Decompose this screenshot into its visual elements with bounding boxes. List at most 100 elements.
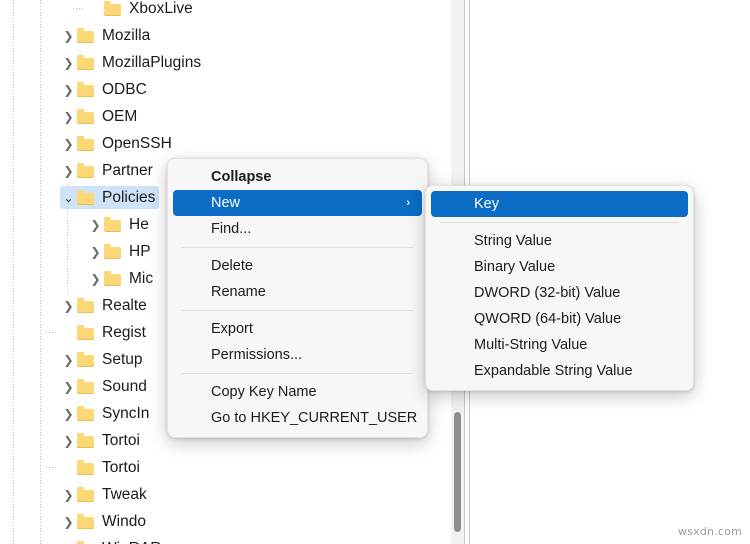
folder-icon [77,324,94,340]
menu-item-label: Expandable String Value [474,363,633,379]
tree-item-label: Tortoi [102,431,140,449]
tree-item-content[interactable]: ❯ XboxLive [87,0,197,20]
chevron-right-icon[interactable]: ❯ [60,354,77,366]
chevron-right-icon[interactable]: ❯ [60,84,77,96]
tree-item-content[interactable]: ❯ Windo [60,510,150,533]
menu-item-find[interactable]: Find... [173,216,422,242]
chevron-right-icon[interactable]: ❯ [60,138,77,150]
tree-item-content[interactable]: ❯ HP [87,240,155,263]
chevron-right-icon[interactable]: ❯ [87,246,104,258]
folder-icon [77,405,94,421]
tree-item-mozillaplugins[interactable]: ❯ MozillaPlugins [0,49,459,76]
chevron-right-icon[interactable]: ❯ [60,489,77,501]
menu-item-qword-64-bit-value[interactable]: QWORD (64-bit) Value [431,306,688,332]
menu-item-copy-key-name[interactable]: Copy Key Name [173,379,422,405]
context-menu[interactable]: Collapse New › Find... Delete Rename Export Per… [167,158,428,438]
chevron-right-icon[interactable]: ❯ [87,219,104,231]
chevron-right-icon[interactable]: ❯ [60,165,77,177]
menu-item-label: DWORD (32-bit) Value [474,285,621,301]
tree-item-content[interactable]: ❯ Mic [87,267,157,290]
tree-connector-tick [46,467,57,468]
tree-item-content[interactable]: ❯ Regist [60,321,150,344]
tree-item-content[interactable]: ⌄ Policies [60,186,160,209]
tree-item-content[interactable]: ❯ Setup [60,348,147,371]
chevron-placeholder-icon: ❯ [60,327,77,339]
menu-item-dword-32-bit-value[interactable]: DWORD (32-bit) Value [431,280,688,306]
tree-item-xboxlive[interactable]: ❯ XboxLive [0,0,459,22]
menu-item-new[interactable]: New › [173,190,422,216]
tree-item-windo[interactable]: ❯ Windo [0,508,459,535]
menu-item-multi-string-value[interactable]: Multi-String Value [431,332,688,358]
chevron-right-icon[interactable]: ❯ [60,111,77,123]
chevron-down-icon[interactable]: ⌄ [60,192,77,204]
tree-item-label: He [129,215,149,233]
tree-item-label: Tweak [102,485,147,503]
chevron-right-icon[interactable]: ❯ [87,273,104,285]
tree-item-content[interactable]: ❯ Realte [60,294,151,317]
tree-item-content[interactable]: ❯ Mozilla [60,24,154,47]
tree-item-mozilla[interactable]: ❯ Mozilla [0,22,459,49]
tree-item-label: Mozilla [102,26,151,44]
tree-item-content[interactable]: ❯ Tortoi [60,456,144,479]
tree-item-label: Policies [102,188,156,206]
menu-item-label: String Value [474,233,552,249]
new-submenu[interactable]: Key String Value Binary Value DWORD (32-bit… [425,185,694,391]
tree-item-tweak[interactable]: ❯ Tweak [0,481,459,508]
menu-item-export[interactable]: Export [173,316,422,342]
tree-item-content[interactable]: ❯ OpenSSH [60,132,176,155]
folder-icon [77,432,94,448]
tree-item-label: Sound [102,377,147,395]
menu-item-label: New [211,195,241,211]
tree-item-label: Regist [102,323,146,341]
folder-icon [77,351,94,367]
menu-item-go-to-hkey-current-user[interactable]: Go to HKEY_CURRENT_USER [173,405,422,431]
folder-icon [104,270,121,286]
menu-item-label: Go to HKEY_CURRENT_USER [211,410,418,426]
tree-item-content[interactable]: ❯ SyncIn [60,402,153,425]
menu-item-permissions[interactable]: Permissions... [173,342,422,368]
chevron-right-icon[interactable]: ❯ [60,435,77,447]
tree-item-tortoi[interactable]: ❯ Tortoi [0,454,459,481]
tree-item-content[interactable]: ❯ OEM [60,105,141,128]
tree-item-oem[interactable]: ❯ OEM [0,103,459,130]
tree-item-content[interactable]: ❯ He [87,213,153,236]
folder-icon [77,378,94,394]
menu-item-key[interactable]: Key [431,191,688,217]
menu-item-delete[interactable]: Delete [173,253,422,279]
tree-item-content[interactable]: ❯ Sound [60,375,151,398]
tree-item-openssh[interactable]: ❯ OpenSSH [0,130,459,157]
tree-item-content[interactable]: ❯ Partner [60,159,157,182]
chevron-right-icon[interactable]: ❯ [60,30,77,42]
tree-item-content[interactable]: ❯WinRAR [60,537,165,544]
tree-item-content[interactable]: ❯ ODBC [60,78,151,101]
menu-item-rename[interactable]: Rename [173,279,422,305]
menu-item-label: QWORD (64-bit) Value [474,311,622,327]
tree-item-content[interactable]: ❯ Tweak [60,483,151,506]
menu-item-expandable-string-value[interactable]: Expandable String Value [431,358,688,384]
menu-item-label: Permissions... [211,347,303,363]
tree-item-content[interactable]: ❯ MozillaPlugins [60,51,205,74]
menu-item-string-value[interactable]: String Value [431,228,688,254]
menu-item-collapse[interactable]: Collapse [173,164,422,190]
chevron-right-icon[interactable]: ❯ [60,408,77,420]
tree-item-winrar[interactable]: ❯WinRAR [0,535,459,544]
chevron-right-icon[interactable]: ❯ [60,381,77,393]
tree-item-label: XboxLive [129,0,193,17]
tree-vertical-scrollbar-thumb[interactable] [454,412,461,532]
chevron-right-icon[interactable]: ❯ [60,300,77,312]
tree-item-label: Tortoi [102,458,140,476]
menu-item-label: Key [474,196,499,212]
menu-item-binary-value[interactable]: Binary Value [431,254,688,280]
folder-icon [77,486,94,502]
folder-icon [77,162,94,178]
watermark-text: wsxdn.com [678,525,742,538]
tree-item-label: OpenSSH [102,134,172,152]
tree-item-content[interactable]: ❯ Tortoi [60,429,144,452]
folder-icon [104,243,121,259]
tree-item-odbc[interactable]: ❯ ODBC [0,76,459,103]
tree-item-label: MozillaPlugins [102,53,202,71]
chevron-right-icon[interactable]: ❯ [60,57,77,69]
chevron-right-icon[interactable]: ❯ [60,516,77,528]
folder-icon [104,216,121,232]
menu-separator [182,247,413,248]
